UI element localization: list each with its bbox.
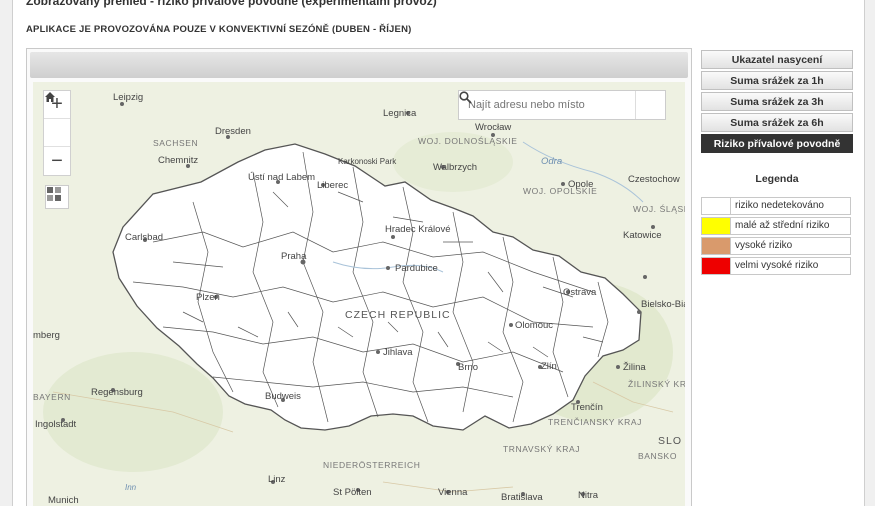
legend-swatch [701,197,731,215]
region-label: BANSKO [638,451,677,461]
map-label: Linz [268,474,286,485]
layer-switcher: Ukazatel nasycení Suma srážek za 1h Suma… [701,50,853,155]
legend-swatch [701,217,731,235]
region-label: ŽILINSKÝ KRAJ [628,379,685,389]
legend-swatch [701,257,731,275]
map-label: Vienna [438,487,468,498]
map-label: Karkonoski Park [338,157,397,166]
map-label: Regensburg [91,387,143,398]
layer-button-flash-flood-risk[interactable]: Riziko přívalové povodně [701,134,853,153]
map-label: Katowice [623,230,662,241]
map-label: Olomouc [515,320,553,331]
season-notice: APLIKACE JE PROVOZOVÁNA POUZE V KONVEKTI… [26,24,412,35]
map-label: Carlsbad [125,232,163,243]
region-label: NIEDERÖSTERREICH [323,460,420,470]
legend-label: malé až střední riziko [731,217,851,235]
map-label: Inn [125,483,137,492]
map-label: Jihlava [383,347,413,358]
map-labels: Leipzig Legnica Wrocław Dresden Chemnitz… [33,92,685,506]
search-input[interactable] [459,91,635,119]
layer-button-precip-1h[interactable]: Suma srážek za 1h [701,71,853,90]
map-label: Hradec Králové [385,224,450,235]
map-header-bar [30,52,688,78]
region-label: SACHSEN [153,138,198,148]
map-label: Chemnitz [158,155,198,166]
legend-label: riziko nedetekováno [731,197,851,215]
map-label: Bratislava [501,492,543,503]
home-button[interactable] [44,92,70,147]
home-icon [45,92,55,102]
legend-swatch [701,237,731,255]
zoom-out-button[interactable]: − [44,147,70,175]
map-label: Žilina [623,362,646,373]
map-label: Zlín [541,361,557,372]
map-label: Odra [541,156,562,167]
map-label: Munich [48,495,79,506]
region-label: TRENČIANSKY KRAJ [548,417,642,427]
region-label: WOJ. OPOLSKIE [523,186,597,196]
layer-button-precip-6h[interactable]: Suma srážek za 6h [701,113,853,132]
layer-button-precip-3h[interactable]: Suma srážek za 3h [701,92,853,111]
address-search [458,90,666,120]
search-icon [459,91,472,104]
region-label: WOJ. DOLNOŚLĄSKIE [418,135,517,146]
map-label: Ústí nad Labem [248,172,315,183]
map-label: St Pölten [333,487,372,498]
map-label: Walbrzych [433,162,477,173]
map-label: Leipzig [113,92,143,103]
map-label: Bielsko-Biała [641,299,685,310]
map-label: Trenčín [571,402,603,413]
map-label: Dresden [215,126,251,137]
map-label: Legnica [383,108,417,119]
basemap-icon [47,187,61,201]
legend: riziko nedetekováno malé až střední rizi… [701,197,851,277]
legend-label: vysoké riziko [731,237,851,255]
region-label: BAYERN [33,392,71,402]
legend-label: velmi vysoké riziko [731,257,851,275]
map-label: Czestochow [628,174,680,185]
map-panel: Leipzig Legnica Wrocław Dresden Chemnitz… [26,48,692,506]
map-view[interactable]: Leipzig Legnica Wrocław Dresden Chemnitz… [33,82,685,506]
page-heading: Zobrazovaný přenied - riziko přívalové p… [26,0,437,8]
map-label: Ostrava [563,287,597,298]
map-label: SLO [658,435,682,447]
map-label: mberg [33,330,60,341]
zoom-control: + − [43,90,71,176]
map-label: Pardubice [395,263,438,274]
legend-row: malé až střední riziko [701,217,851,235]
map-label: Brno [458,362,478,373]
legend-title: Legenda [755,173,799,185]
map-label: Wrocław [475,122,511,133]
region-label: WOJ. ŚLĄSKIE [633,203,685,214]
region-label: TRNAVSKÝ KRAJ [503,444,580,454]
map-label: Ingolstadt [35,419,77,430]
country-label: CZECH REPUBLIC [345,309,451,321]
legend-row: riziko nedetekováno [701,197,851,215]
map-label: Budweis [265,391,301,402]
map-label: Plzeň [196,292,220,303]
map-label: Praha [281,251,307,262]
basemap-toggle-button[interactable] [45,185,69,209]
map-label: Nitra [578,490,599,501]
legend-row: velmi vysoké riziko [701,257,851,275]
map-label: Liberec [317,180,348,191]
layer-button-saturation[interactable]: Ukazatel nasycení [701,50,853,69]
legend-row: vysoké riziko [701,237,851,255]
search-button[interactable] [459,91,665,119]
